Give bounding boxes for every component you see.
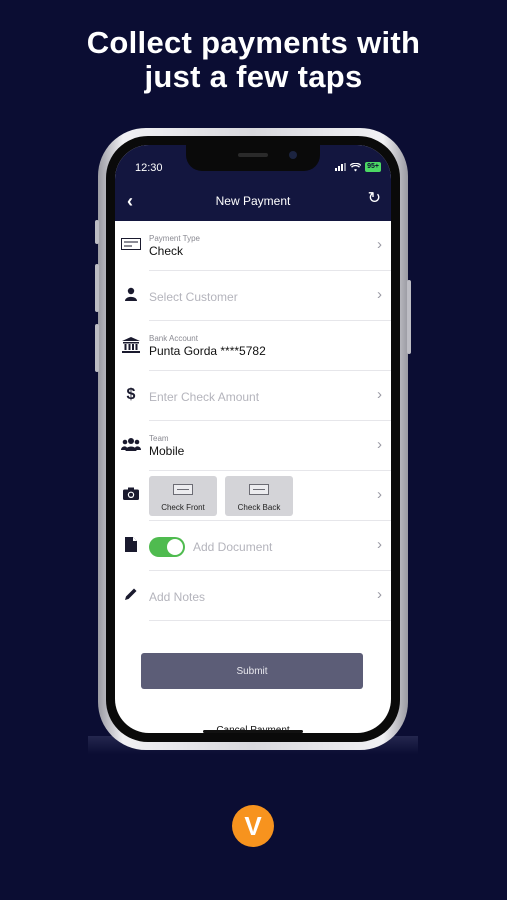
page-title: New Payment — [215, 194, 291, 208]
volume-down-button — [95, 324, 99, 372]
status-icons: 95+ — [335, 162, 381, 172]
chevron-right-icon: › — [377, 586, 382, 603]
headline: Collect payments with just a few taps — [0, 26, 507, 94]
power-button — [407, 280, 411, 354]
add-document-row[interactable]: Add Document › — [115, 521, 391, 571]
document-icon — [119, 537, 143, 555]
check-icon — [119, 237, 143, 253]
team-label: Team — [149, 434, 169, 443]
bank-icon — [119, 337, 143, 356]
front-camera — [289, 151, 297, 159]
bank-account-row[interactable]: Bank Account Punta Gorda ****5782 — [115, 321, 391, 371]
person-icon — [119, 287, 143, 304]
bank-account-label: Bank Account — [149, 334, 198, 343]
check-front-button[interactable]: Check Front — [149, 476, 217, 516]
check-icon — [173, 484, 193, 495]
headline-line-2: just a few taps — [144, 59, 363, 94]
chevron-right-icon: › — [377, 486, 382, 503]
wifi-icon — [350, 162, 362, 171]
check-front-label: Check Front — [161, 503, 205, 512]
payment-type-value: Check — [149, 244, 184, 258]
team-icon — [119, 437, 143, 454]
bank-account-value: Punta Gorda ****5782 — [149, 344, 266, 358]
pencil-icon — [119, 587, 143, 604]
status-time: 12:30 — [135, 162, 163, 174]
phone-notch — [186, 145, 320, 171]
select-customer-placeholder: Select Customer — [149, 290, 238, 304]
chevron-right-icon: › — [377, 286, 382, 303]
brand-logo: V — [232, 805, 274, 847]
headline-line-1: Collect payments with — [86, 25, 421, 60]
speaker-grille — [238, 153, 268, 157]
add-notes-input[interactable]: Add Notes — [149, 590, 205, 604]
signal-icon — [335, 163, 347, 171]
row-divider — [149, 620, 391, 621]
phone-bezel: 12:30 95+ ‹ New Payment ↻ Payment Type C… — [106, 136, 400, 742]
add-notes-row[interactable]: Add Notes › — [115, 571, 391, 621]
check-photos-row: Check Front Check Back › — [115, 471, 391, 521]
chevron-right-icon: › — [377, 386, 382, 403]
payment-type-row[interactable]: Payment Type Check › — [115, 221, 391, 271]
team-value: Mobile — [149, 444, 185, 458]
phone-frame: 12:30 95+ ‹ New Payment ↻ Payment Type C… — [95, 128, 411, 750]
check-icon — [249, 484, 269, 495]
chevron-right-icon: › — [377, 436, 382, 453]
refresh-icon[interactable]: ↻ — [368, 190, 381, 208]
payment-type-label: Payment Type — [149, 234, 200, 243]
volume-up-button — [95, 264, 99, 312]
chevron-right-icon: › — [377, 236, 382, 253]
check-amount-row[interactable]: $ Enter Check Amount › — [115, 371, 391, 421]
camera-icon — [119, 487, 143, 503]
chevron-right-icon: › — [377, 536, 382, 553]
home-indicator — [203, 730, 303, 733]
add-document-toggle[interactable] — [149, 537, 185, 557]
check-back-label: Check Back — [237, 503, 281, 512]
battery-icon: 95+ — [365, 162, 381, 172]
dollar-icon: $ — [126, 386, 136, 403]
mute-switch — [95, 220, 99, 244]
check-amount-input[interactable]: Enter Check Amount — [149, 390, 259, 404]
select-customer-row[interactable]: Select Customer › — [115, 271, 391, 321]
check-back-button[interactable]: Check Back — [225, 476, 293, 516]
add-document-placeholder: Add Document — [193, 540, 273, 554]
app-screen: 12:30 95+ ‹ New Payment ↻ Payment Type C… — [115, 145, 391, 733]
submit-button[interactable]: Submit — [141, 653, 363, 689]
team-row[interactable]: Team Mobile › — [115, 421, 391, 471]
